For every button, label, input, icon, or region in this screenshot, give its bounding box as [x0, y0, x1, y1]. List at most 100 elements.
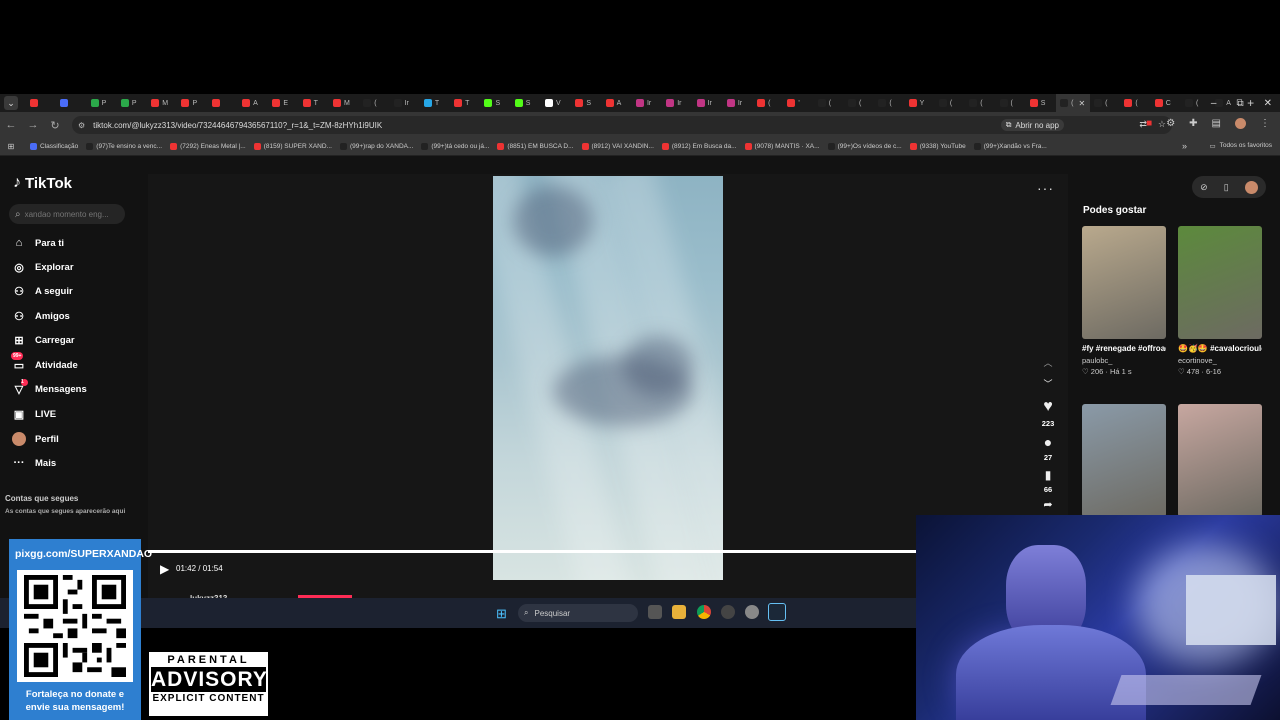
browser-tab[interactable]: (: [1090, 94, 1120, 112]
browser-tab[interactable]: M: [329, 94, 359, 112]
play-icon[interactable]: ▶: [160, 562, 169, 576]
bookmark-item[interactable]: (99+)rap do XANDÃ...: [339, 143, 413, 150]
all-bookmarks-button[interactable]: ▭ Todos os favoritos: [1209, 142, 1272, 150]
apps-grid-icon[interactable]: ⊞: [0, 142, 22, 151]
browser-tab[interactable]: (: [1181, 94, 1211, 112]
browser-tab[interactable]: (: [753, 94, 783, 112]
browser-tab[interactable]: C: [1151, 94, 1181, 112]
browser-tab[interactable]: P: [87, 94, 117, 112]
browser-tab[interactable]: Y: [905, 94, 935, 112]
nav-item-explorar[interactable]: ◎ Explorar: [12, 260, 73, 274]
bookmark-item[interactable]: (7292) Eneas Metal |...: [170, 143, 246, 150]
tiktok-logo[interactable]: ♪ TikTok: [13, 174, 72, 192]
browser-tab-active[interactable]: (✕: [1056, 94, 1091, 112]
bookmark-item[interactable]: (8159) SUPER XAND...: [253, 143, 332, 150]
browser-tab[interactable]: (: [1120, 94, 1150, 112]
bookmark-item[interactable]: (99+)Os vídeos de c...: [827, 143, 902, 150]
suggested-video-card[interactable]: 🤩🥳🤩 #cavalocrioulo... ecortinove_ ♡ 478 · …: [1178, 226, 1262, 376]
video-thumbnail[interactable]: [1082, 226, 1166, 339]
tab-search-button[interactable]: ⌄: [4, 96, 18, 110]
browser-tab[interactable]: S: [480, 94, 510, 112]
video-thumbnail[interactable]: [1082, 404, 1166, 517]
previous-video-button[interactable]: ︿: [1043, 356, 1052, 369]
browser-tab[interactable]: (: [874, 94, 904, 112]
suggested-video-card[interactable]: #fy #renegade #offroad #mulhere... paulob…: [1082, 226, 1166, 376]
browser-tab[interactable]: S: [1026, 94, 1056, 112]
extension-icon[interactable]: ■: [1146, 118, 1152, 129]
browser-tab[interactable]: P: [117, 94, 147, 112]
browser-tab[interactable]: S: [571, 94, 601, 112]
browser-tab[interactable]: T: [420, 94, 450, 112]
device-icon[interactable]: ▯: [1224, 182, 1229, 193]
next-video-button[interactable]: ﹀: [1043, 377, 1052, 390]
tab-close-icon[interactable]: ✕: [1078, 99, 1085, 108]
browser-tab[interactable]: [208, 94, 238, 112]
open-app-button[interactable]: ⧉ Abrir no app: [1000, 119, 1064, 131]
nav-item-perfil[interactable]: Perfil: [12, 432, 59, 446]
bookmark-item[interactable]: (9338) YouTube: [909, 143, 966, 150]
bookmark-item[interactable]: (97)Te ensino a venc...: [86, 143, 162, 150]
suggested-video-card[interactable]: [1178, 404, 1262, 517]
nav-item-atividade[interactable]: ▭ 99+ Atividade: [11, 352, 78, 372]
nav-item-carregar[interactable]: ⊞ Carregar: [12, 333, 74, 347]
bookmark-item[interactable]: (99+)Xandão vs Fra...: [973, 143, 1047, 150]
video-thumbnail[interactable]: [1178, 404, 1262, 517]
bookmark-item[interactable]: Classificação: [30, 143, 78, 150]
nav-item-mensagens[interactable]: ▽ 1 Mensagens: [12, 379, 87, 396]
extensions-puzzle-icon[interactable]: ✚: [1189, 118, 1197, 129]
browser-tab[interactable]: [26, 94, 56, 112]
coin-icon[interactable]: ⊘: [1200, 182, 1208, 193]
bookmark-item[interactable]: (8912) VAI XANDIN...: [581, 143, 654, 150]
taskbar-search[interactable]: ⌕ Pesquisar: [518, 604, 638, 622]
browser-tab[interactable]: A: [602, 94, 632, 112]
profile-avatar[interactable]: [1235, 118, 1246, 129]
side-panel-icon[interactable]: ▤: [1212, 118, 1221, 129]
nav-item-a-seguir[interactable]: ⚇ A seguir: [12, 284, 73, 298]
bookmarks-overflow-icon[interactable]: »: [1182, 141, 1187, 151]
bookmark-item[interactable]: (8851) EM BUSCA D...: [497, 143, 574, 150]
comment-bubble-icon[interactable]: ●: [1044, 434, 1052, 450]
reload-button[interactable]: ↻: [44, 119, 66, 132]
chrome-icon[interactable]: [697, 605, 711, 619]
nav-item-amigos[interactable]: ⚇ Amigos: [12, 309, 70, 323]
bookmark-item[interactable]: (9078) MANTIS · XA...: [744, 143, 820, 150]
video-frame[interactable]: [493, 176, 723, 580]
browser-tab[interactable]: Ir: [632, 94, 662, 112]
browser-tab[interactable]: [56, 94, 86, 112]
browser-tab[interactable]: Ir: [390, 94, 420, 112]
extension-icon[interactable]: ⚙: [1166, 118, 1175, 129]
bookmark-item[interactable]: (8912) Em Busca da...: [661, 143, 737, 150]
minimize-button[interactable]: –: [1211, 98, 1217, 109]
windows-start-icon[interactable]: ⊞: [496, 606, 507, 622]
browser-tab[interactable]: (: [359, 94, 389, 112]
browser-tab[interactable]: Ir: [693, 94, 723, 112]
nav-item-para-ti[interactable]: ⌂ Para ti: [12, 236, 64, 250]
user-avatar[interactable]: [1244, 180, 1258, 194]
browser-tab[interactable]: A: [238, 94, 268, 112]
video-author-name[interactable]: ecortinove_: [1178, 356, 1262, 365]
suggested-video-card[interactable]: [1082, 404, 1166, 517]
bookmark-icon[interactable]: ▮: [1045, 468, 1052, 482]
app-icon[interactable]: [721, 605, 735, 619]
task-view-icon[interactable]: [648, 605, 662, 619]
search-input[interactable]: [24, 209, 117, 219]
browser-tab[interactable]: Ir: [662, 94, 692, 112]
like-heart-icon[interactable]: ♥: [1043, 398, 1053, 416]
browser-tab[interactable]: M: [147, 94, 177, 112]
back-button[interactable]: ←: [0, 119, 22, 131]
video-author-name[interactable]: paulobc_: [1082, 356, 1166, 365]
video-thumbnail[interactable]: [1178, 226, 1262, 339]
browser-tab[interactable]: P: [177, 94, 207, 112]
browser-tab[interactable]: (: [844, 94, 874, 112]
browser-tab[interactable]: E: [268, 94, 298, 112]
address-bar[interactable]: ⚙ tiktok.com/@lukyzz313/video/7324464679…: [72, 116, 1172, 134]
maximize-button[interactable]: ⧉: [1236, 98, 1243, 109]
browser-menu-icon[interactable]: ⋮: [1260, 118, 1270, 129]
share-arrow-icon[interactable]: ➦: [1043, 498, 1052, 511]
site-info-icon[interactable]: ⚙: [78, 121, 85, 130]
nav-item-mais[interactable]: ··· Mais: [12, 456, 57, 470]
nav-item-live[interactable]: ▣ LIVE: [12, 407, 56, 421]
browser-tab[interactable]: ': [783, 94, 813, 112]
file-explorer-icon[interactable]: [672, 605, 686, 619]
forward-button[interactable]: →: [22, 119, 44, 131]
